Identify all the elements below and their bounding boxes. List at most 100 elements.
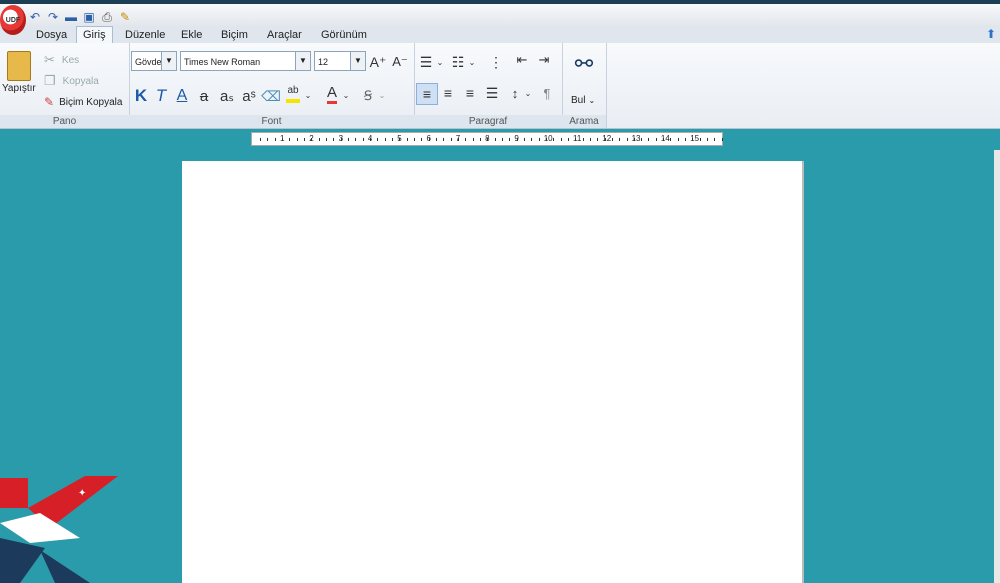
shrink-font-icon[interactable]: A⁻ <box>391 53 409 71</box>
chevron-down-icon[interactable]: ▼ <box>161 52 176 70</box>
chevron-down-icon[interactable]: ▼ <box>295 52 310 70</box>
superscript-icon[interactable]: aˢ <box>239 85 259 107</box>
document-page[interactable] <box>182 161 804 583</box>
ruler-tick <box>457 138 459 141</box>
ruler-tick <box>355 138 357 141</box>
binoculars-icon[interactable]: ⚯ <box>570 49 598 79</box>
open-folder-icon[interactable]: ▬ <box>64 10 78 24</box>
bullet-list-icon[interactable]: ☰ <box>416 53 436 71</box>
ruler-tick <box>545 138 547 141</box>
ruler-tick <box>399 138 401 141</box>
ruler-tick <box>311 138 313 141</box>
chevron-down-icon[interactable]: ⌄ <box>377 87 387 103</box>
app-logo-text: UDF <box>5 16 21 24</box>
ruler-tick <box>267 138 269 141</box>
ruler-tick <box>450 138 452 141</box>
ruler-tick <box>296 138 298 141</box>
tab-ekle[interactable]: Ekle <box>175 27 208 43</box>
tab-araclar[interactable]: Araçlar <box>261 27 308 43</box>
italic-icon[interactable]: T <box>152 85 170 107</box>
ribbon: Yapıştır ✂ Kes ❐ Kopyala ✎ Biçim Kopyala… <box>0 43 1000 129</box>
save-icon[interactable]: ▣ <box>82 10 96 24</box>
font-size-combo[interactable]: 12 ▼ <box>314 51 366 71</box>
justify-icon[interactable]: ☰ <box>482 83 502 103</box>
group-label-paragraph: Paragraf <box>414 115 562 128</box>
decrease-indent-icon[interactable]: ⇤ <box>512 51 532 69</box>
edit-icon[interactable]: ✎ <box>118 10 132 24</box>
line-spacing-icon[interactable]: ↕ <box>506 83 524 103</box>
ruler-tick <box>560 138 562 141</box>
font-color-icon[interactable]: A <box>323 83 341 105</box>
ruler-tick <box>531 138 533 141</box>
group-font: Gövde ▼ Times New Roman ▼ 12 ▼ A⁺ A⁻ K T… <box>129 43 415 128</box>
chevron-down-icon[interactable]: ⌄ <box>303 87 313 103</box>
tab-bicim[interactable]: Biçim <box>215 27 254 43</box>
ruler-tick <box>567 138 569 141</box>
align-right-icon[interactable]: ≡ <box>460 83 480 103</box>
paragraph-mark-icon[interactable]: ¶ <box>538 83 556 103</box>
bold-icon[interactable]: K <box>132 85 150 107</box>
format-painter-button[interactable]: ✎ Biçim Kopyala <box>44 95 122 109</box>
chevron-down-icon[interactable]: ⌄ <box>524 85 532 101</box>
find-button[interactable]: Bul ⌄ <box>571 95 595 106</box>
undo-icon[interactable]: ↶ <box>28 10 42 24</box>
ruler-tick <box>318 138 320 141</box>
ruler-tick <box>413 138 415 141</box>
strikethrough-icon[interactable]: a <box>195 85 213 107</box>
ruler-tick <box>589 138 591 141</box>
chevron-down-icon[interactable]: ▼ <box>350 52 365 70</box>
ruler-tick <box>670 138 672 141</box>
numbered-list-icon[interactable]: ☷ <box>448 53 468 71</box>
group-paragraph: ☰ ⌄ ☷ ⌄ ⋮ ⇤ ⇥ ≡ ≡ ≡ ☰ ↕ ⌄ ¶ Paragraf <box>414 43 563 128</box>
chevron-down-icon[interactable]: ⌄ <box>436 55 444 69</box>
highlight-icon[interactable]: ab <box>284 83 302 105</box>
application-button[interactable]: UDF <box>0 5 26 35</box>
multilevel-list-icon[interactable]: ⋮ <box>486 53 506 71</box>
copy-button[interactable]: ❐ Kopyala <box>44 73 99 89</box>
ruler-tick <box>655 138 657 141</box>
redo-icon[interactable]: ↷ <box>46 10 60 24</box>
group-search: ⚯ Bul ⌄ Arama <box>562 43 607 128</box>
style-combo[interactable]: Gövde ▼ <box>131 51 177 71</box>
tab-duzenle[interactable]: Düzenle <box>119 27 171 43</box>
chevron-down-icon[interactable]: ⌄ <box>468 55 476 69</box>
underline-icon[interactable]: A <box>173 85 191 107</box>
vertical-scrollbar[interactable] <box>994 150 1000 583</box>
tab-dosya[interactable]: Dosya <box>30 27 73 43</box>
align-left-icon[interactable]: ≡ <box>416 83 438 105</box>
copy-icon: ❐ <box>44 73 56 88</box>
grow-font-icon[interactable]: A⁺ <box>369 53 387 71</box>
ruler-tick <box>523 138 525 141</box>
print-icon[interactable]: ⎙ <box>100 10 114 24</box>
ribbon-tab-bar: Dosya Giriş Düzenle Ekle Biçim Araçlar G… <box>0 26 1000 44</box>
ruler-tick <box>479 138 481 141</box>
ruler-tick <box>501 138 503 141</box>
subscript-icon[interactable]: aₛ <box>217 85 237 107</box>
ruler-tick <box>340 138 342 141</box>
increase-indent-icon[interactable]: ⇥ <box>534 51 554 69</box>
ruler-tick <box>443 138 445 141</box>
tab-gorunum[interactable]: Görünüm <box>315 27 373 43</box>
ruler-tick <box>685 138 687 141</box>
ruler-tick <box>509 138 511 141</box>
group-label-search: Arama <box>562 115 606 128</box>
scissors-icon: ✂ <box>44 52 55 67</box>
eraser-icon[interactable]: ⌫ <box>261 85 281 107</box>
font-family-combo[interactable]: Times New Roman ▼ <box>180 51 311 71</box>
align-center-icon[interactable]: ≡ <box>438 83 458 103</box>
ruler-tick <box>369 138 371 141</box>
ruler-tick <box>465 138 467 141</box>
ruler-tick <box>260 138 261 141</box>
horizontal-ruler[interactable]: 123456789101112131415 <box>251 132 723 146</box>
ruler-tick <box>406 138 408 141</box>
change-case-icon[interactable]: Ꞩ <box>359 85 377 107</box>
tab-giris[interactable]: Giriş <box>76 26 113 44</box>
ribbon-collapse-arrow-icon[interactable]: ⬆ <box>986 27 996 41</box>
ruler-tick <box>377 138 379 141</box>
chevron-down-icon[interactable]: ⌄ <box>341 87 351 103</box>
ruler-tick <box>435 138 437 141</box>
paste-button[interactable]: Yapıştır <box>2 51 36 94</box>
ruler-tick <box>487 138 489 141</box>
ruler-tick <box>333 138 335 141</box>
cut-button[interactable]: ✂ Kes <box>44 52 79 68</box>
